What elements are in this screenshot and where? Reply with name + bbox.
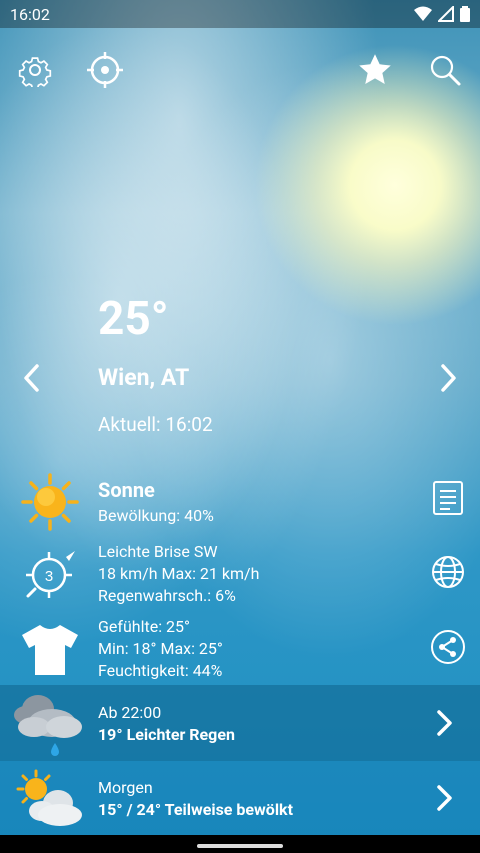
rain-probability: Regenwahrsch.: 6% <box>98 586 236 605</box>
condition-title: Sonne <box>98 478 155 502</box>
status-icons <box>414 6 470 22</box>
humidity: Feuchtigkeit: 44% <box>98 661 223 680</box>
cloudiness: Bewölkung: 40% <box>98 506 214 525</box>
search-button[interactable] <box>423 48 467 92</box>
status-time: 16:02 <box>10 4 50 24</box>
chevron-right-icon <box>437 710 452 736</box>
share-icon <box>431 630 465 664</box>
favorite-button[interactable] <box>353 48 397 92</box>
status-bar: 16:02 <box>0 0 480 28</box>
globe-icon <box>432 556 464 588</box>
star-icon <box>359 54 391 84</box>
top-toolbar <box>0 48 480 92</box>
signal-icon <box>438 6 454 22</box>
globe-button[interactable] <box>428 552 468 592</box>
forecast-summary: 15° / 24° Teilweise bewölkt <box>98 800 294 819</box>
rain-cloud-icon <box>12 687 86 757</box>
previous-city-button[interactable] <box>11 358 51 398</box>
wifi-icon <box>414 6 432 21</box>
updated-time: Aktuell: 16:02 <box>98 413 213 436</box>
search-icon <box>430 55 461 86</box>
forecast-summary: 19° Leichter Regen <box>98 725 235 744</box>
wind-description: Leichte Brise SW <box>98 542 218 561</box>
details-button[interactable] <box>428 478 468 518</box>
forecast-tonight[interactable]: Ab 22:00 19° Leichter Regen <box>0 685 480 761</box>
wind-speed: 18 km/h Max: 21 km/h <box>98 564 260 583</box>
chevron-right-icon <box>437 785 452 811</box>
partly-cloudy-icon <box>14 769 86 831</box>
condition-row: Sonne Bewölkung: 40% <box>0 470 480 532</box>
compass-icon: 3 <box>18 542 82 606</box>
wind-force-badge: 3 <box>45 568 53 585</box>
tshirt-icon <box>18 617 82 681</box>
gear-icon <box>18 57 52 87</box>
forecast-label: Morgen <box>98 778 153 797</box>
share-button[interactable] <box>428 627 468 667</box>
battery-icon <box>460 6 470 22</box>
document-icon <box>433 481 463 515</box>
crosshair-icon <box>87 52 123 88</box>
chevron-left-icon <box>24 364 39 392</box>
min-max-temp: Min: 18° Max: 25° <box>98 639 223 658</box>
feels-like-row: Gefühlte: 25° Min: 18° Max: 25° Feuchtig… <box>0 615 480 685</box>
next-city-button[interactable] <box>429 358 469 398</box>
city-name[interactable]: Wien, AT <box>98 364 189 391</box>
forecast-label: Ab 22:00 <box>98 703 162 722</box>
wind-row: 3 Leichte Brise SW 18 km/h Max: 21 km/h … <box>0 540 480 610</box>
home-indicator[interactable] <box>197 844 283 848</box>
forecast-tomorrow[interactable]: Morgen 15° / 24° Teilweise bewölkt <box>0 761 480 835</box>
feels-like-temp: Gefühlte: 25° <box>98 617 190 636</box>
settings-button[interactable] <box>13 48 57 92</box>
sun-icon <box>18 470 82 534</box>
location-button[interactable] <box>83 48 127 92</box>
chevron-right-icon <box>441 364 456 392</box>
current-temperature: 25° <box>98 292 169 346</box>
